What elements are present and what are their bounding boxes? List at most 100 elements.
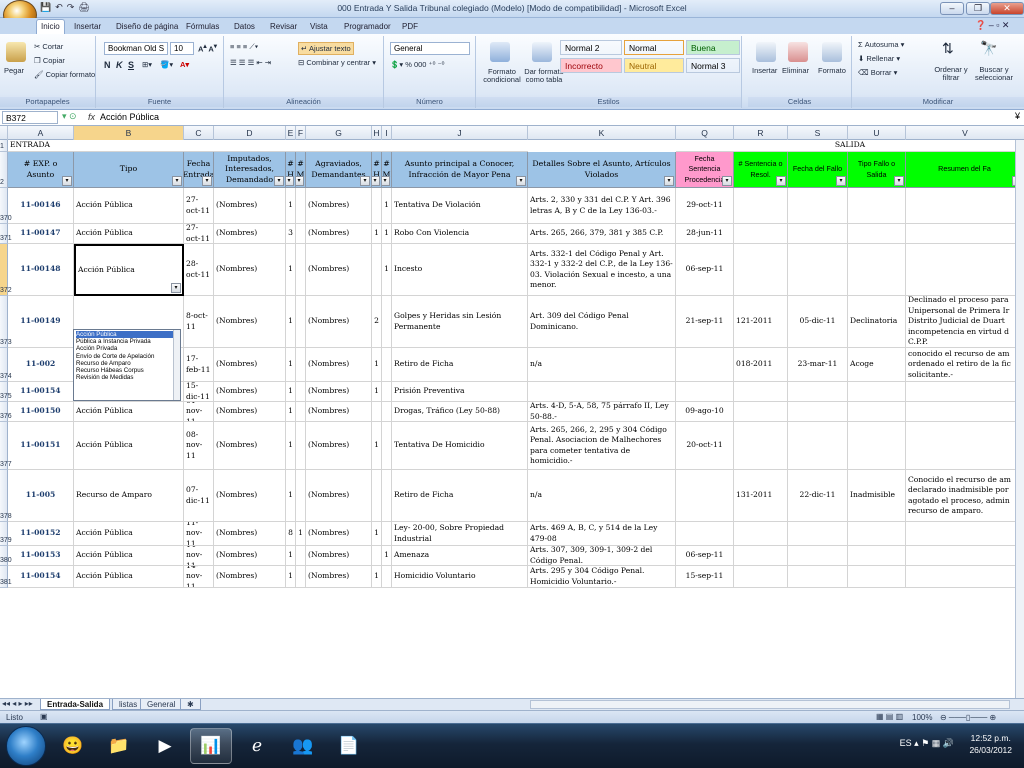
name-box[interactable]: B372: [2, 111, 58, 124]
cell-h1[interactable]: 1: [286, 348, 296, 382]
cell-imput[interactable]: (Nombres): [214, 296, 286, 348]
filter-dropdown-button[interactable]: ▾: [360, 176, 370, 186]
tab-vista[interactable]: Vista: [306, 20, 332, 34]
cell-m2[interactable]: [382, 296, 392, 348]
row-header-373[interactable]: 373: [0, 296, 12, 348]
cell-agrav[interactable]: (Nombres): [306, 470, 372, 522]
grow-font-icon[interactable]: A▴ A▾: [198, 43, 217, 54]
row-header-2[interactable]: 2: [0, 152, 8, 188]
cell-h2[interactable]: [372, 244, 382, 296]
tab-datos[interactable]: Datos: [230, 20, 259, 34]
cell-m2[interactable]: 1: [382, 188, 392, 224]
volume-icon[interactable]: 🔊: [943, 738, 954, 748]
cell-imput[interactable]: (Nombres): [214, 470, 286, 522]
filter-dropdown-button[interactable]: ▾: [172, 176, 182, 186]
cell-fecha[interactable]: 8-oct-11: [184, 296, 214, 348]
cell-fsent[interactable]: [676, 348, 734, 382]
format-painter-button[interactable]: 🖌 Copiar formato: [34, 70, 95, 79]
user-folder-icon[interactable]: 😀: [52, 728, 94, 764]
format-cells-button[interactable]: Formato: [818, 66, 846, 75]
cell-fecha[interactable]: 11-nov-11: [184, 522, 214, 546]
minimize-button[interactable]: ‒: [940, 2, 964, 15]
cell-fsent[interactable]: 06-sep-11: [676, 546, 734, 566]
flag-icon[interactable]: ⚑: [921, 738, 932, 748]
cell-nsent[interactable]: [734, 566, 788, 588]
cell-asunto[interactable]: Retiro de Ficha: [392, 348, 528, 382]
dropdown-option[interactable]: Acción Privada: [76, 345, 178, 352]
cell-detalles[interactable]: Arts. 307, 309, 309-1, 309-2 del Código …: [528, 546, 676, 566]
language-indicator[interactable]: ES: [900, 738, 912, 748]
autosum-button[interactable]: Σ Autosuma ▾: [858, 40, 904, 49]
cell-imput[interactable]: (Nombres): [214, 382, 286, 402]
cell-agrav[interactable]: (Nombres): [306, 296, 372, 348]
row-header-371[interactable]: 371: [0, 224, 12, 244]
network-icon[interactable]: ▦: [932, 738, 943, 748]
cell-agrav[interactable]: (Nombres): [306, 348, 372, 382]
cell-agrav[interactable]: (Nombres): [306, 546, 372, 566]
cell-nsent[interactable]: 018-2011: [734, 348, 788, 382]
row-header-375[interactable]: 375: [0, 382, 12, 402]
align-top-icon[interactable]: ≡ ≡ ≡ ⟋▾: [230, 42, 258, 52]
tab-revisar[interactable]: Revisar: [266, 20, 301, 34]
format-table-button[interactable]: Dar formato como tabla: [524, 68, 564, 84]
cell-h2[interactable]: 1: [372, 224, 382, 244]
cell-fecha[interactable]: 14-nov-11: [184, 566, 214, 588]
cell-h2[interactable]: 1: [372, 566, 382, 588]
print-preview-icon[interactable]: 🖨: [78, 2, 89, 16]
cell-detalles[interactable]: Arts. 295 y 304 Código Penal. Homicidio …: [528, 566, 676, 588]
cell-h1[interactable]: 1: [286, 244, 296, 296]
cell-agrav[interactable]: (Nombres): [306, 422, 372, 470]
col-header-b[interactable]: B: [74, 126, 184, 140]
cell-m2[interactable]: 1: [382, 546, 392, 566]
col-header-e[interactable]: E: [286, 126, 296, 140]
cell-agrav[interactable]: (Nombres): [306, 402, 372, 422]
cell-imput[interactable]: (Nombres): [214, 566, 286, 588]
cell-h2[interactable]: 1: [372, 382, 382, 402]
cell-h1[interactable]: 1: [286, 188, 296, 224]
cell-tipo[interactable]: Acción Pública: [74, 402, 184, 422]
delete-cells-icon[interactable]: [788, 42, 808, 62]
cell-asunto[interactable]: Amenaza: [392, 546, 528, 566]
filter-dropdown-button[interactable]: ▾: [372, 176, 380, 186]
cell-asunto[interactable]: Incesto: [392, 244, 528, 296]
cell-fsent[interactable]: 06-sep-11: [676, 244, 734, 296]
filter-dropdown-button[interactable]: ▾: [894, 176, 904, 186]
cell-h2[interactable]: [372, 546, 382, 566]
cell-resumen[interactable]: [906, 566, 1024, 588]
dropdown-scrollbar[interactable]: [173, 330, 180, 400]
zoom-level[interactable]: 100%: [912, 713, 932, 722]
zoom-slider[interactable]: ⊖ ───▯─── ⊕: [940, 713, 996, 722]
cell-m1[interactable]: [296, 382, 306, 402]
cell-m2[interactable]: [382, 382, 392, 402]
cell-h1[interactable]: 8: [286, 522, 296, 546]
cell-m2[interactable]: [382, 470, 392, 522]
cell-detalles[interactable]: Arts. 265, 266, 379, 381 y 385 C.P.: [528, 224, 676, 244]
cell-m2[interactable]: [382, 402, 392, 422]
save-icon[interactable]: 💾: [40, 2, 51, 16]
cell-exp[interactable]: 11-00148: [8, 244, 74, 296]
cell-m1[interactable]: [296, 224, 306, 244]
tab-diseno-pagina[interactable]: Diseño de página: [112, 20, 182, 34]
cell-tfallo[interactable]: Acoge: [848, 348, 906, 382]
cell-m2[interactable]: [382, 566, 392, 588]
tab-insertar[interactable]: Insertar: [70, 20, 105, 34]
filter-dropdown-button[interactable]: ▾: [776, 176, 786, 186]
cell-h1[interactable]: 1: [286, 470, 296, 522]
filter-dropdown-button[interactable]: ▾: [274, 176, 284, 186]
media-player-icon[interactable]: ▶: [144, 728, 186, 764]
cell-fsent[interactable]: [676, 382, 734, 402]
cell-exp[interactable]: 11-00146: [8, 188, 74, 224]
font-size-select[interactable]: 10: [170, 42, 194, 55]
cell-h1[interactable]: 1: [286, 566, 296, 588]
cell-tipo[interactable]: Acción Pública: [74, 522, 184, 546]
col-header-q[interactable]: Q: [676, 126, 734, 140]
cell-resumen[interactable]: [906, 546, 1024, 566]
cell-resumen[interactable]: [906, 422, 1024, 470]
cell-tipo[interactable]: Acción Pública: [74, 566, 184, 588]
cell-exp[interactable]: 11-00152: [8, 522, 74, 546]
row-header-374[interactable]: 374: [0, 348, 12, 382]
find-icon[interactable]: 🔭: [980, 40, 997, 57]
col-header-f[interactable]: F: [296, 126, 306, 140]
col-header-s[interactable]: S: [788, 126, 848, 140]
cell-agrav[interactable]: (Nombres): [306, 522, 372, 546]
